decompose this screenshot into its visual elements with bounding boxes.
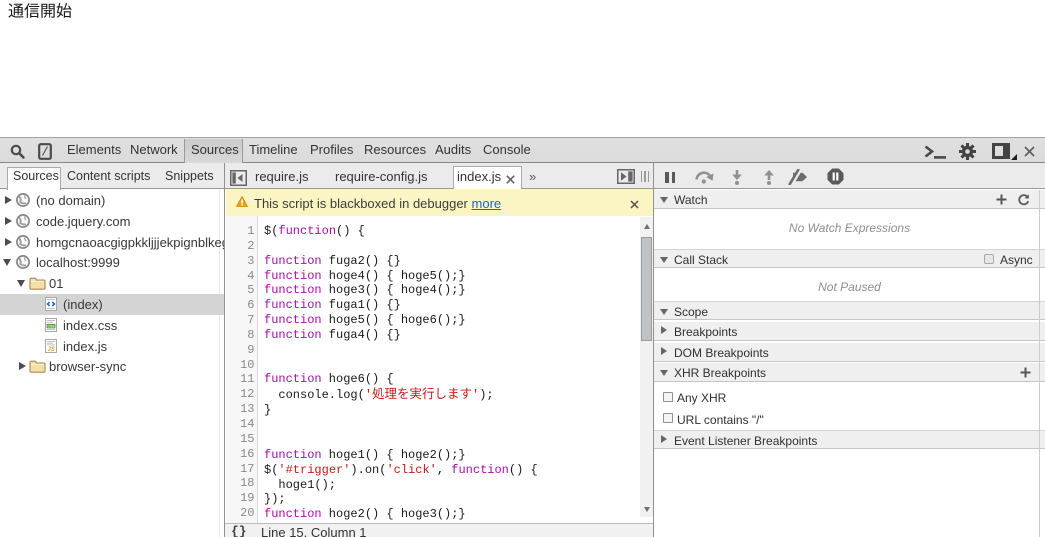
svg-text:css: css: [48, 323, 56, 328]
svg-text:JS: JS: [48, 346, 55, 352]
